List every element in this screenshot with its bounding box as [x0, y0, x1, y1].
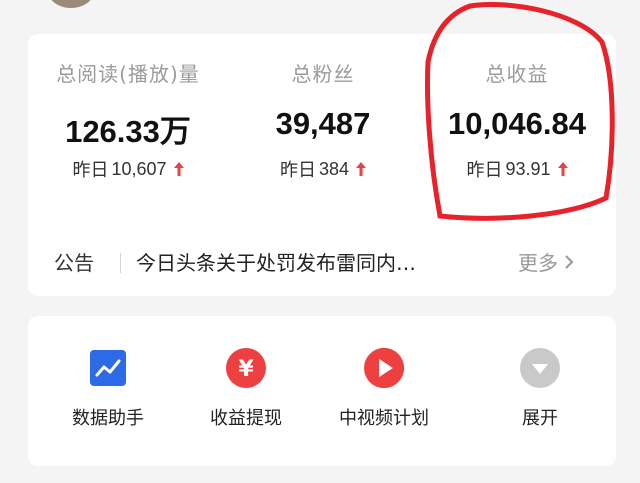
tool-label: 数据助手 [72, 408, 144, 429]
stat-yesterday: 昨日 384 [228, 156, 418, 182]
stat-label: 总收益 [485, 62, 549, 86]
tool-label: 收益提现 [210, 408, 282, 429]
stat-yesterday: 昨日 93.91 [418, 156, 616, 182]
tool-earnings-withdraw[interactable]: ¥ 收益提现 [186, 346, 306, 446]
stat-value: 10,046.84 [448, 106, 586, 141]
notice-more-label: 更多 [518, 251, 558, 275]
arrow-up-icon [173, 162, 184, 176]
stat-total-reads[interactable]: 总阅读(播放)量 126.33万 昨日 10,607 [28, 34, 228, 224]
notice-bar[interactable]: 公告 今日头条关于处罚发布雷同内… 更多 [28, 239, 616, 285]
tools-card: 数据助手 ¥ 收益提现 中视频计划 展开 [28, 316, 616, 466]
tool-label: 中视频计划 [339, 408, 429, 429]
stats-row: 总阅读(播放)量 126.33万 昨日 10,607 总粉丝 39,487 昨日… [28, 34, 616, 224]
yuan-icon: ¥ [224, 346, 268, 390]
stats-card: 总阅读(播放)量 126.33万 昨日 10,607 总粉丝 39,487 昨日… [28, 34, 616, 296]
stat-yesterday-value: 10,607 [111, 158, 167, 179]
tool-mid-video-plan[interactable]: 中视频计划 [324, 346, 444, 446]
tool-data-assistant[interactable]: 数据助手 [48, 346, 168, 446]
stat-total-earnings[interactable]: 总收益 10,046.84 昨日 93.91 [418, 34, 616, 224]
tool-label: 展开 [522, 408, 558, 429]
notice-more-button[interactable]: 更多 [518, 247, 574, 276]
notice-label: 公告 [54, 251, 94, 275]
stat-yesterday-prefix: 昨日 [72, 160, 109, 181]
trend-chart-icon [86, 346, 130, 390]
expand-down-icon [518, 346, 562, 390]
notice-divider [120, 253, 121, 273]
stat-value: 126.33万 [65, 114, 191, 149]
stat-label: 总阅读(播放)量 [56, 62, 200, 86]
stat-yesterday-prefix: 昨日 [279, 160, 316, 181]
stat-yesterday-value: 93.91 [505, 158, 551, 179]
creator-dashboard: 总阅读(播放)量 126.33万 昨日 10,607 总粉丝 39,487 昨日… [0, 0, 640, 483]
avatar[interactable] [48, 0, 94, 8]
stat-yesterday: 昨日 10,607 [28, 156, 228, 182]
svg-text:¥: ¥ [238, 357, 254, 382]
tool-expand[interactable]: 展开 [480, 346, 600, 446]
arrow-up-icon [356, 162, 367, 176]
stat-total-fans[interactable]: 总粉丝 39,487 昨日 384 [228, 34, 418, 224]
arrow-up-icon [557, 162, 568, 176]
notice-text[interactable]: 今日头条关于处罚发布雷同内… [136, 247, 496, 276]
stat-value: 39,487 [275, 106, 371, 141]
chevron-right-icon [565, 254, 574, 269]
play-video-icon [362, 346, 406, 390]
stat-yesterday-prefix: 昨日 [466, 160, 503, 181]
stat-label: 总粉丝 [291, 62, 355, 86]
stat-yesterday-value: 384 [318, 158, 350, 179]
